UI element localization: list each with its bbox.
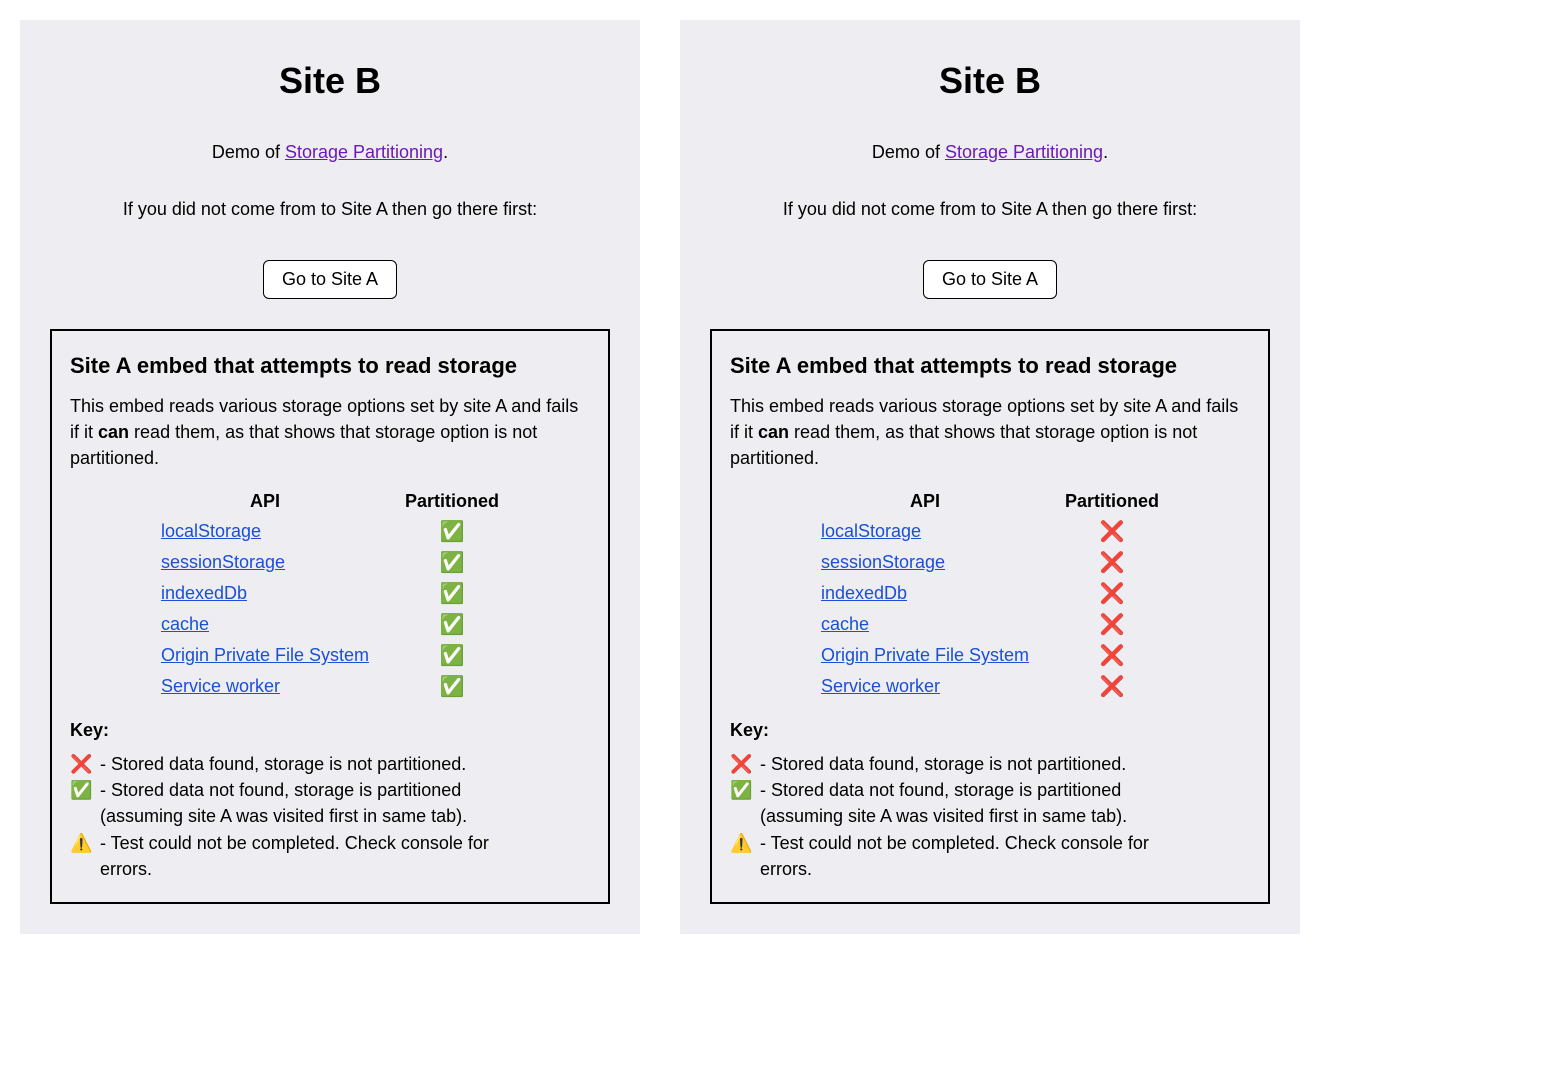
storage-partitioning-link[interactable]: Storage Partitioning [945,142,1103,162]
warn-icon: ⚠️ [730,830,760,856]
instruction-text: If you did not come from to Site A then … [50,199,610,220]
api-link[interactable]: Service worker [161,676,280,696]
intro-line: Demo of Storage Partitioning. [710,142,1270,163]
embed-description: This embed reads various storage options… [70,393,590,471]
api-link[interactable]: Origin Private File System [161,645,369,665]
api-table: API Partitioned localStorage ✅ sessionSto… [143,487,517,702]
intro-prefix: Demo of [212,142,285,162]
warn-icon: ⚠️ [70,830,100,856]
intro-prefix: Demo of [872,142,945,162]
api-table: API Partitioned localStorage ❌ sessionSto… [803,487,1177,702]
intro-suffix: . [1103,142,1108,162]
api-link[interactable]: indexedDb [821,583,907,603]
embed-heading: Site A embed that attempts to read stora… [70,353,590,379]
table-row: localStorage ✅ [143,516,517,547]
table-row: Service worker ❌ [803,671,1177,702]
api-link[interactable]: localStorage [821,521,921,541]
key-text-pass: - Stored data not found, storage is part… [760,777,1250,803]
result-icon: ✅ [387,516,517,547]
cross-icon: ❌ [70,751,100,777]
page-title: Site B [50,60,610,102]
result-icon: ✅ [387,609,517,640]
result-icon: ❌ [1047,547,1177,578]
api-link[interactable]: localStorage [161,521,261,541]
check-icon: ✅ [730,777,760,803]
embed-box: Site A embed that attempts to read stora… [710,329,1270,904]
storage-partitioning-link[interactable]: Storage Partitioning [285,142,443,162]
table-row: Origin Private File System ✅ [143,640,517,671]
api-link[interactable]: Origin Private File System [821,645,1029,665]
result-icon: ✅ [387,547,517,578]
instruction-text: If you did not come from to Site A then … [710,199,1270,220]
key-text-fail: - Stored data found, storage is not part… [760,751,1250,777]
key-text-warn: - Test could not be completed. Check con… [760,830,1250,856]
key-heading: Key: [70,720,590,741]
go-to-site-a-button[interactable]: Go to Site A [263,260,397,299]
intro-line: Demo of Storage Partitioning. [50,142,610,163]
api-link[interactable]: sessionStorage [161,552,285,572]
result-icon: ✅ [387,578,517,609]
key-text-pass-cont: (assuming site A was visited first in sa… [730,803,1250,829]
col-partitioned: Partitioned [387,487,517,516]
go-to-site-a-button[interactable]: Go to Site A [923,260,1057,299]
check-icon: ✅ [70,777,100,803]
key-text-warn: - Test could not be completed. Check con… [100,830,590,856]
result-icon: ❌ [1047,609,1177,640]
api-link[interactable]: cache [161,614,209,634]
cross-icon: ❌ [730,751,760,777]
result-icon: ✅ [387,640,517,671]
table-row: cache ❌ [803,609,1177,640]
key-text-pass: - Stored data not found, storage is part… [100,777,590,803]
result-icon: ❌ [1047,640,1177,671]
table-row: indexedDb ❌ [803,578,1177,609]
page-title: Site B [710,60,1270,102]
table-row: indexedDb ✅ [143,578,517,609]
key-list: ❌ - Stored data found, storage is not pa… [730,751,1250,881]
api-link[interactable]: Service worker [821,676,940,696]
panel-right: Site B Demo of Storage Partitioning. If … [680,20,1300,934]
table-row: sessionStorage ❌ [803,547,1177,578]
table-row: Service worker ✅ [143,671,517,702]
panel-left: Site B Demo of Storage Partitioning. If … [20,20,640,934]
embed-box: Site A embed that attempts to read stora… [50,329,610,904]
result-icon: ❌ [1047,578,1177,609]
table-row: localStorage ❌ [803,516,1177,547]
key-heading: Key: [730,720,1250,741]
key-text-warn-cont: errors. [70,856,590,882]
col-api: API [803,487,1047,516]
key-text-fail: - Stored data found, storage is not part… [100,751,590,777]
table-row: cache ✅ [143,609,517,640]
api-link[interactable]: sessionStorage [821,552,945,572]
table-row: sessionStorage ✅ [143,547,517,578]
result-icon: ✅ [387,671,517,702]
intro-suffix: . [443,142,448,162]
embed-heading: Site A embed that attempts to read stora… [730,353,1250,379]
table-row: Origin Private File System ❌ [803,640,1177,671]
embed-description: This embed reads various storage options… [730,393,1250,471]
col-api: API [143,487,387,516]
result-icon: ❌ [1047,671,1177,702]
key-text-pass-cont: (assuming site A was visited first in sa… [70,803,590,829]
api-link[interactable]: indexedDb [161,583,247,603]
key-text-warn-cont: errors. [730,856,1250,882]
key-list: ❌ - Stored data found, storage is not pa… [70,751,590,881]
api-link[interactable]: cache [821,614,869,634]
col-partitioned: Partitioned [1047,487,1177,516]
result-icon: ❌ [1047,516,1177,547]
